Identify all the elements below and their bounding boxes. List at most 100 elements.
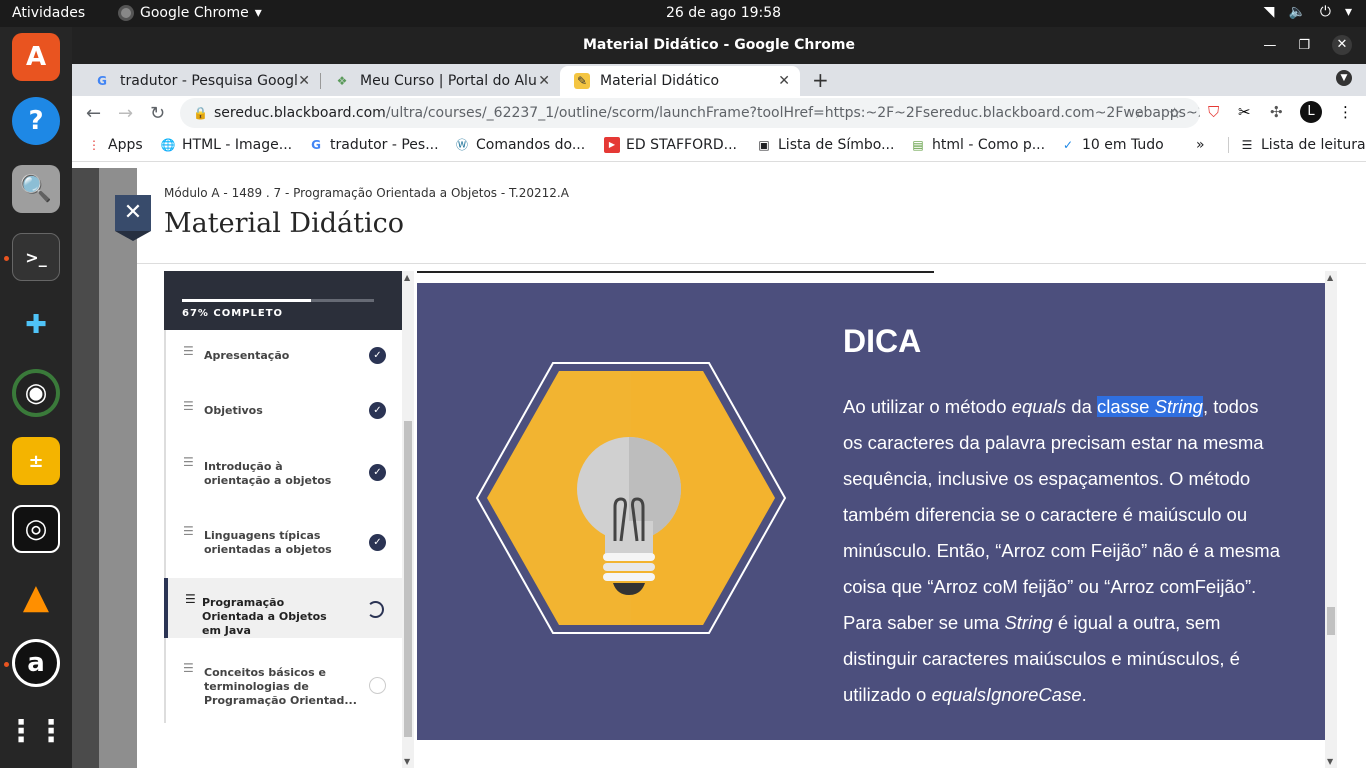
youtube-icon: ▶	[604, 137, 620, 153]
vscode-like-icon[interactable]: ✚	[12, 301, 60, 349]
bookmark-comandos[interactable]: Ⓦ Comandos do...	[454, 137, 585, 153]
close-tab-icon[interactable]: ✕	[298, 73, 310, 89]
completed-check-icon: ✓	[369, 464, 386, 481]
lesson-item-apresentacao[interactable]: ☰ Apresentação ✓	[164, 330, 402, 383]
lesson-label: Programação Orientada a Objetos em Java	[202, 596, 327, 637]
activities-button[interactable]: Atividades	[12, 5, 85, 21]
clock[interactable]: 26 de ago 19:58	[666, 5, 781, 21]
extension-icon[interactable]: ✂	[1238, 103, 1251, 121]
url-path: /ultra/courses/_62237_1/outline/scorm/la…	[385, 105, 1200, 121]
lesson-item-linguagens[interactable]: ☰ Linguagens típicas orientadas a objeto…	[164, 508, 402, 578]
screenshot-search-icon[interactable]: 🔍	[12, 165, 60, 213]
more-bookmarks-icon[interactable]: »	[1196, 137, 1205, 153]
content-scrollbar[interactable]: ▲ ▼	[1325, 271, 1337, 768]
puzzle-icon[interactable]: ✣	[1270, 103, 1283, 121]
bookmark-lista-simbolos[interactable]: ▣ Lista de Símbo...	[756, 137, 894, 153]
kebab-menu-icon[interactable]: ⋮	[1338, 103, 1353, 121]
lesson-label: Linguagens típicas orientadas a objetos	[204, 529, 332, 556]
tip-heading: DICA	[843, 323, 922, 359]
back-icon[interactable]: ←	[86, 103, 101, 124]
close-window-icon[interactable]: ✕	[1332, 35, 1352, 55]
pencil-icon: ✎	[574, 73, 590, 89]
reading-list[interactable]: ☰ Lista de leitura	[1228, 137, 1366, 153]
apps-grid-icon: ⋮	[88, 138, 100, 152]
lesson-label: Introdução à orientação a objetos	[204, 460, 332, 487]
tip-code-term: equals	[1011, 396, 1067, 417]
bookmark-label: HTML - Image...	[182, 137, 293, 153]
scroll-up-icon[interactable]: ▲	[404, 273, 410, 282]
lines-icon: ☰	[183, 661, 194, 675]
new-tab-icon[interactable]: +	[812, 68, 829, 92]
zoom-icon[interactable]: ⌕	[1136, 98, 1144, 128]
vlc-icon[interactable]: ▲	[12, 573, 60, 621]
lesson-item-programacao-java[interactable]: ☰ Programação Orientada a Objetos em Jav…	[164, 578, 402, 638]
tip-text: da	[1066, 396, 1098, 417]
bookmark-html-image[interactable]: 🌐 HTML - Image...	[160, 137, 293, 153]
address-bar[interactable]: 🔒 sereduc.blackboard.com/ultra/courses/_…	[180, 98, 1200, 128]
app-menu[interactable]: Google Chrome ▾	[118, 5, 262, 21]
app-a-icon[interactable]: a	[12, 639, 60, 687]
close-tab-icon[interactable]: ✕	[778, 73, 790, 89]
bookmark-10-em-tudo[interactable]: ✓ 10 em Tudo	[1060, 137, 1164, 153]
lines-icon: ☰	[183, 399, 194, 413]
scroll-down-icon[interactable]: ▼	[1327, 757, 1333, 766]
bookmark-tradutor[interactable]: Gtradutor - Pes...	[308, 137, 439, 153]
bookmark-label: 10 em Tudo	[1082, 137, 1164, 153]
bookmark-html-como[interactable]: ▤ html - Como p...	[910, 137, 1045, 153]
forward-icon[interactable]: →	[118, 103, 133, 124]
shield-extension-icon[interactable]: ⛉	[1208, 103, 1219, 121]
tip-code-term: equalsIgnoreCase	[931, 684, 1082, 705]
tab-meu-curso[interactable]: ❖ Meu Curso | Portal do Alu ✕	[320, 66, 560, 96]
lesson-item-introducao[interactable]: ☰ Introdução à orientação a objetos ✓	[164, 438, 402, 508]
tip-code-term: String	[1004, 612, 1053, 633]
scroll-up-icon[interactable]: ▲	[1327, 273, 1333, 282]
minimize-icon[interactable]: —	[1263, 27, 1276, 64]
close-tab-icon[interactable]: ✕	[538, 73, 550, 89]
tab-search-icon[interactable]: ▼	[1336, 70, 1352, 86]
calculator-icon[interactable]: ±	[12, 437, 60, 485]
tip-body: Ao utilizar o método equals da classe St…	[843, 389, 1283, 713]
lightbulb-hexagon-icon	[475, 362, 787, 634]
system-tray[interactable]: ◥ 🔈 ⏻ ▾	[1264, 4, 1352, 20]
tab-material-didatico[interactable]: ✎ Material Didático ✕	[560, 66, 800, 96]
show-applications-icon[interactable]: ⋮⋮	[6, 707, 66, 755]
tip-callout: DICA Ao utilizar o método equals da clas…	[417, 283, 1325, 740]
close-panel-button[interactable]: ✕	[115, 195, 151, 241]
lesson-frame: DICA Ao utilizar o método equals da clas…	[417, 271, 1325, 768]
help-icon[interactable]: ?	[12, 97, 60, 145]
google-icon: G	[97, 74, 107, 88]
selected-text: classe String	[1097, 396, 1203, 417]
scroll-down-icon[interactable]: ▼	[404, 757, 410, 766]
scrollbar-thumb[interactable]	[1327, 607, 1335, 635]
bookmark-apps[interactable]: ⋮ Apps	[86, 137, 143, 153]
profile-avatar[interactable]: L	[1300, 101, 1322, 123]
webcam-icon[interactable]: ◎	[12, 505, 60, 553]
maximize-icon[interactable]: ❐	[1298, 27, 1310, 64]
chrome-icon	[118, 5, 134, 21]
lesson-item-conceitos[interactable]: ☰ Conceitos básicos e terminologias de P…	[164, 638, 402, 723]
lightbulb-illustration	[475, 361, 787, 635]
browser-toolbar: ← → ↻ 🔒 sereduc.blackboard.com/ultra/cou…	[72, 96, 1366, 131]
scrollbar-thumb[interactable]	[404, 421, 412, 737]
globe-icon: 🌐	[160, 138, 176, 152]
terminal-icon[interactable]: >_	[12, 233, 60, 281]
lesson-item-objetivos[interactable]: ☰ Objetivos ✓	[164, 383, 402, 438]
browser-window: Material Didático - Google Chrome — ❐ ✕ …	[72, 27, 1366, 768]
lesson-label: Objetivos	[204, 404, 263, 417]
sidebar-scrollbar[interactable]: ▲ ▼	[402, 271, 414, 768]
google-icon: G	[311, 138, 321, 152]
lesson-list: ☰ Apresentação ✓ ☰ Objetivos ✓ ☰ Introdu…	[164, 330, 402, 723]
window-titlebar: Material Didático - Google Chrome — ❐ ✕	[72, 27, 1366, 64]
progress-label: 67% COMPLETO	[182, 308, 284, 319]
tab-label: Material Didático	[600, 73, 720, 89]
reload-icon[interactable]: ↻	[150, 103, 165, 124]
completed-check-icon: ✓	[369, 402, 386, 419]
bookmark-label: Lista de Símbo...	[778, 137, 895, 153]
app-menu-label: Google Chrome	[140, 5, 249, 21]
software-center-icon[interactable]: A	[12, 33, 60, 81]
bookmark-ed-stafford[interactable]: ▶ ED STAFFORD...	[604, 137, 737, 153]
camera-lens-icon[interactable]: ◉	[12, 369, 60, 417]
tab-tradutor[interactable]: G tradutor - Pesquisa Googl ✕	[80, 66, 320, 96]
lines-icon: ☰	[183, 524, 194, 538]
bookmark-star-icon[interactable]: ☆	[1168, 98, 1181, 128]
